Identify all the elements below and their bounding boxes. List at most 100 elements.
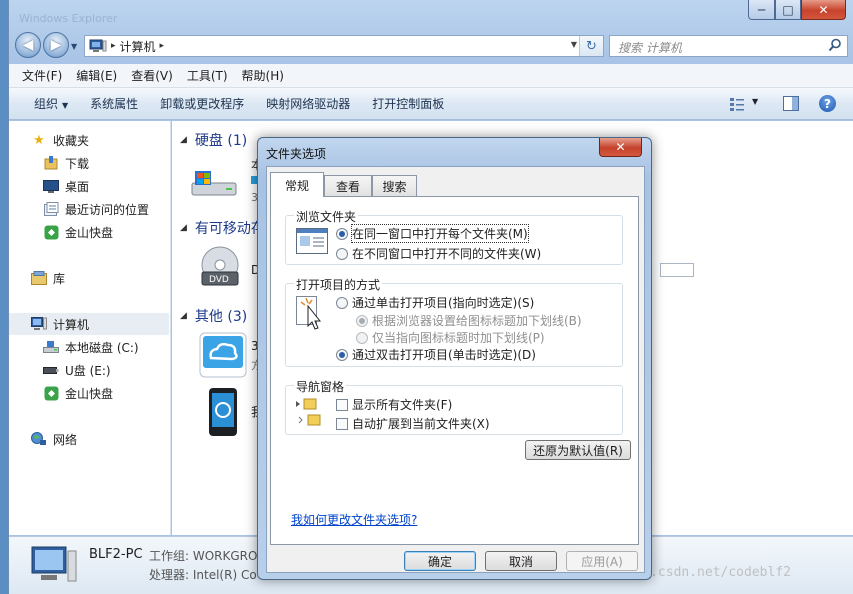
browse-folders-group: 浏览文件夹 在同一窗口中打开每个文件夹(M) 在不同窗口中打开不同的文件夹(W) [285,208,623,265]
cancel-button[interactable]: 取消 [485,551,557,571]
close-button[interactable]: ✕ [801,0,846,20]
sidebar-item-libraries[interactable]: 库 [9,267,169,289]
recent-places-icon [43,201,59,217]
navigation-pane: ★ 收藏夹 下载 桌面 最近访问的位置 金山快盘 库 计算机 本地磁盘 (C:)… [9,121,171,535]
sidebar-item-desktop[interactable]: 桌面 [9,175,169,197]
window-title: Windows Explorer [19,12,118,25]
menu-file[interactable]: 文件(F) [15,67,69,84]
hard-disk-icon [43,339,59,355]
click-items-legend: 打开项目的方式 [294,276,383,293]
checkbox-label: 自动扩展到当前文件夹(X) [352,417,490,431]
breadcrumb-separator[interactable]: ▸ [160,41,165,51]
map-network-drive-button[interactable]: 映射网络驱动器 [255,95,361,112]
preview-pane-icon[interactable] [783,96,799,111]
star-icon: ★ [33,132,45,148]
maximize-button[interactable]: □ [775,0,801,20]
open-control-panel-button[interactable]: 打开控制面板 [361,95,455,112]
radio-new-window[interactable]: 在不同窗口中打开不同的文件夹(W) [336,245,541,262]
desktop-icon [43,178,59,194]
menu-help[interactable]: 帮助(H) [235,67,291,84]
tab-search[interactable]: 搜索 [372,175,417,196]
sidebar-item-network[interactable]: 网络 [9,428,169,450]
sidebar-item-favorites[interactable]: ★ 收藏夹 [9,129,169,151]
menu-tools[interactable]: 工具(T) [180,67,235,84]
hard-disk-icon [191,171,237,196]
system-properties-button[interactable]: 系统属性 [79,95,149,112]
search-input[interactable]: 搜索 计算机 [609,35,848,57]
folder-options-dialog: 文件夹选项 ✕ 常规 查看 搜索 浏览文件夹 在同一窗口中打开每个文件夹(M) [257,137,652,580]
dialog-body: 常规 查看 搜索 浏览文件夹 在同一窗口中打开每个文件夹(M) 在不同窗口中打开… [266,166,645,573]
sidebar-item-kingsoft-drive[interactable]: 金山快盘 [9,221,169,243]
back-button[interactable]: ◀ [15,32,41,58]
radio-label: 通过单击打开项目(指向时选定)(S) [352,296,535,310]
checkbox-auto-expand[interactable]: 自动扩展到当前文件夹(X) [336,415,490,432]
click-pointer-icon [296,296,322,330]
checkbox-label: 显示所有文件夹(F) [352,398,453,412]
checkbox-show-all-folders[interactable]: 显示所有文件夹(F) [336,396,452,413]
sidebar-item-computer[interactable]: 计算机 [9,313,169,335]
360-cloud-icon [199,332,247,378]
sidebar-item-label: 最近访问的位置 [65,202,150,217]
dvd-drive-icon: DVD [201,246,239,286]
group-header-other[interactable]: ◢ 其他 (3) [180,306,247,326]
command-bar: 组织 ▼ 系统属性 卸载或更改程序 映射网络驱动器 打开控制面板 ▼ ? [9,88,853,120]
uninstall-program-button[interactable]: 卸载或更改程序 [149,95,255,112]
menu-edit[interactable]: 编辑(E) [69,67,124,84]
sidebar-item-label: 计算机 [53,317,90,332]
search-icon[interactable] [828,38,842,52]
tab-view[interactable]: 查看 [324,175,372,196]
group-header-hard-disks[interactable]: ◢ 硬盘 (1) [180,130,247,150]
address-bar[interactable]: ▸ 计算机 ▸ ▼ ↻ [84,35,604,57]
computer-name: BLF2-PC [89,547,143,562]
ok-button[interactable]: 确定 [404,551,476,571]
radio-dot [336,227,348,240]
radio-label: 在不同窗口中打开不同的文件夹(W) [352,247,542,261]
workgroup-info: 工作组: WORKGRO [149,549,258,563]
forward-button[interactable]: ▶ [43,32,69,58]
minimize-button[interactable]: ─ [748,0,775,20]
browse-folders-icon [296,228,328,254]
radio-label: 根据浏览器设置给图标标题加下划线(B) [372,314,582,328]
radio-same-window[interactable]: 在同一窗口中打开每个文件夹(M) [336,224,529,243]
group-header-label: 其他 (3) [194,309,248,325]
collapse-triangle-icon: ◢ [180,223,187,233]
view-dropdown-icon[interactable]: ▼ [752,97,758,106]
sidebar-item-label: 桌面 [65,179,90,194]
menu-view[interactable]: 查看(V) [124,67,180,84]
folder-options-help-link[interactable]: 我如何更改文件夹选项? [291,511,417,528]
libraries-icon [31,270,47,286]
radio-label: 在同一窗口中打开每个文件夹(M) [351,224,529,243]
breadcrumb-computer[interactable]: 计算机 [120,38,156,55]
dialog-close-button[interactable]: ✕ [599,138,642,157]
menu-bar: 文件(F) 编辑(E) 查看(V) 工具(T) 帮助(H) [9,64,853,88]
capacity-bar [660,263,694,277]
search-placeholder: 搜索 计算机 [618,41,682,55]
breadcrumb-separator[interactable]: ▸ [111,41,116,51]
refresh-button[interactable]: ↻ [579,36,603,56]
address-history-dropdown[interactable]: ▼ [571,40,577,49]
radio-underline-hover[interactable]: 仅当指向图标标题时加下划线(P) [356,329,545,346]
sidebar-item-kingsoft-drive-2[interactable]: 金山快盘 [9,382,169,404]
sidebar-item-recent-places[interactable]: 最近访问的位置 [9,198,169,220]
organize-button[interactable]: 组织 ▼ [23,95,79,112]
organize-label: 组织 [34,97,59,111]
apply-button[interactable]: 应用(A) [566,551,638,571]
radio-double-click[interactable]: 通过双击打开项目(单击时选定)(D) [336,346,536,363]
recent-pages-dropdown[interactable]: ▼ [71,42,77,51]
help-icon[interactable]: ? [819,95,836,112]
radio-single-click[interactable]: 通过单击打开项目(指向时选定)(S) [336,294,534,311]
sidebar-item-downloads[interactable]: 下载 [9,152,169,174]
radio-dot [336,247,348,260]
network-icon [31,431,47,447]
radio-underline-browser[interactable]: 根据浏览器设置给图标标题加下划线(B) [356,312,582,329]
sidebar-item-local-disk-c[interactable]: 本地磁盘 (C:) [9,336,169,358]
kingsoft-drive-icon [43,385,59,401]
view-options-icon[interactable] [729,97,745,111]
tab-general[interactable]: 常规 [270,172,324,197]
computer-icon [89,39,107,52]
restore-defaults-button[interactable]: 还原为默认值(R) [525,440,631,460]
group-header-removable[interactable]: ◢ 有可移动存 [180,218,265,238]
phone-icon [209,388,237,436]
sidebar-item-usb-e[interactable]: U盘 (E:) [9,359,169,381]
checkbox-box [336,398,348,411]
